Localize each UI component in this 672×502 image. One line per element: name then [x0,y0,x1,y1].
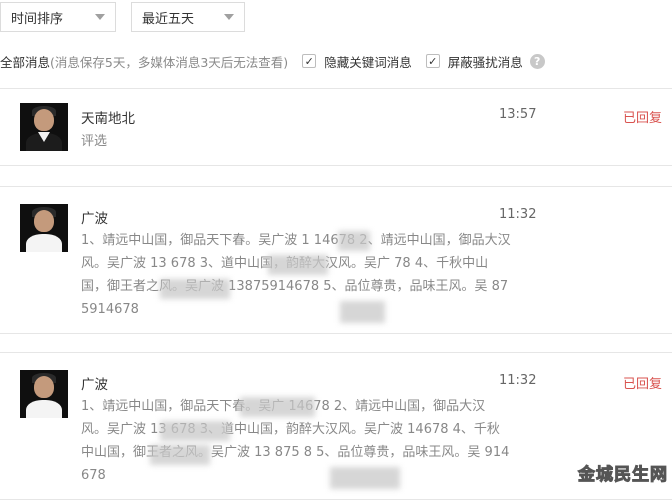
avatar[interactable] [20,103,68,151]
help-icon[interactable]: ? [529,53,545,69]
message-time: 11:32 [499,207,537,222]
block-harass-checkbox[interactable]: ✓ 屏蔽骚扰消息 [425,52,523,71]
privacy-blur [150,445,210,465]
reply-status[interactable]: 已回复 [623,107,662,126]
reply-status[interactable]: 已回复 [623,373,662,392]
checkbox-checked-icon[interactable]: ✓ [425,54,440,68]
watermark-logo: 金城民生网 [540,452,668,492]
all-messages-label: 全部消息 [0,54,51,70]
message-time: 11:32 [499,373,537,388]
privacy-blur [160,421,230,441]
block-harass-label: 屏蔽骚扰消息 [447,54,523,70]
privacy-blur [340,301,385,323]
chevron-down-icon [224,14,234,20]
privacy-blur [268,255,328,275]
privacy-blur [330,467,400,489]
filter-bar: 全部消息 (消息保存5天，多媒体消息3天后无法查看) ✓ 隐藏关键词消息 ✓ 屏… [0,50,672,72]
checkbox-checked-icon[interactable]: ✓ [302,54,317,68]
message-content: 1、靖远中山国，御品天下春。吴广波 1 14678 2、靖远中山国，御品大汉风。… [81,233,511,317]
avatar[interactable] [20,204,68,252]
message-item[interactable]: 广波 11:32 1、靖远中山国，御品天下春。吴广波 1 14678 2、靖远中… [0,186,672,334]
privacy-blur [160,279,230,299]
message-item[interactable]: 天南地北 13:57 已回复 评选 [0,88,672,166]
message-content: 评选 [81,134,108,149]
sort-dropdown[interactable]: 时间排序 [0,2,116,32]
sender-name[interactable]: 天南地北 [81,107,135,127]
range-dropdown-label: 最近五天 [142,11,195,27]
sort-dropdown-label: 时间排序 [11,11,64,27]
range-dropdown[interactable]: 最近五天 [131,2,245,32]
sender-name[interactable]: 广波 [81,207,108,227]
sender-name[interactable]: 广波 [81,373,108,393]
message-time: 13:57 [499,107,537,122]
hide-keyword-checkbox[interactable]: ✓ 隐藏关键词消息 [302,52,412,71]
privacy-blur [240,397,315,417]
hide-keyword-label: 隐藏关键词消息 [324,54,412,70]
chevron-down-icon [95,14,105,20]
avatar[interactable] [20,370,68,418]
retention-note: (消息保存5天，多媒体消息3天后无法查看) [50,54,289,70]
privacy-blur [338,231,370,251]
watermark-text: 金城民生网 [578,464,668,485]
